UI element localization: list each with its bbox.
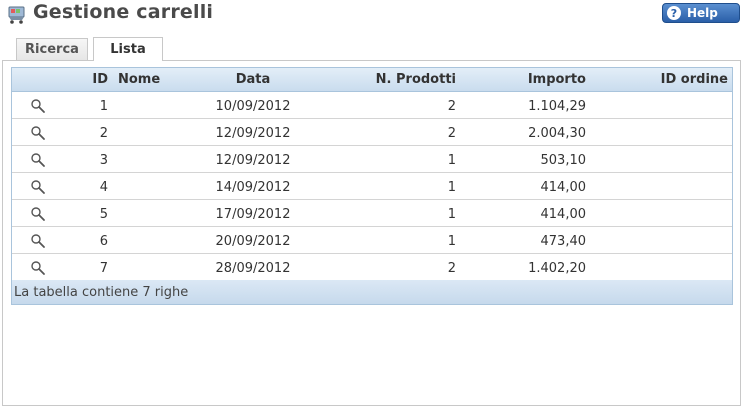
- row-id: 3: [99, 152, 108, 168]
- table-row[interactable]: 7 28/09/2012 2 1.402,20: [12, 254, 732, 281]
- row-id: 2: [99, 125, 108, 141]
- row-data: 17/09/2012: [215, 206, 291, 222]
- page-title: Gestione carrelli: [33, 1, 214, 23]
- help-label: Help: [687, 6, 718, 20]
- row-data: 20/09/2012: [215, 233, 291, 249]
- magnifier-icon[interactable]: [12, 200, 64, 226]
- row-importo: 1.402,20: [528, 260, 586, 276]
- row-n-prodotti: 1: [447, 206, 456, 222]
- table-header: ID Nome Data N. Prodotti Importo ID ordi…: [12, 68, 732, 92]
- row-n-prodotti: 2: [447, 260, 456, 276]
- column-header-importo[interactable]: Importo: [472, 68, 586, 91]
- row-n-prodotti: 1: [447, 179, 456, 195]
- table-row[interactable]: 1 10/09/2012 2 1.104,29: [12, 92, 732, 119]
- row-id-ordine: [602, 119, 728, 145]
- row-importo: 503,10: [540, 152, 587, 168]
- row-id-ordine: [602, 200, 728, 226]
- header: Gestione carrelli ? Help: [0, 0, 744, 30]
- row-importo: 2.004,30: [528, 125, 586, 141]
- row-data: 28/09/2012: [215, 260, 291, 276]
- row-n-prodotti: 1: [447, 152, 456, 168]
- column-header-id[interactable]: ID: [64, 68, 108, 91]
- row-importo: 1.104,29: [528, 98, 586, 114]
- shopping-cart-icon: [8, 6, 25, 24]
- row-importo: 414,00: [540, 179, 587, 195]
- row-n-prodotti: 2: [447, 125, 456, 141]
- magnifier-icon[interactable]: [12, 92, 64, 118]
- table-row[interactable]: 4 14/09/2012 1 414,00: [12, 173, 732, 200]
- table-row[interactable]: 3 12/09/2012 1 503,10: [12, 146, 732, 173]
- row-id-ordine: [602, 146, 728, 172]
- row-importo: 414,00: [540, 206, 587, 222]
- help-button[interactable]: ? Help: [662, 3, 740, 23]
- question-icon: ?: [667, 6, 681, 20]
- table-row[interactable]: 6 20/09/2012 1 473,40: [12, 227, 732, 254]
- row-id-ordine: [602, 92, 728, 118]
- table-footer: La tabella contiene 7 righe: [12, 280, 732, 304]
- magnifier-icon[interactable]: [12, 227, 64, 253]
- row-id: 1: [99, 98, 108, 114]
- tab-panel: ID Nome Data N. Prodotti Importo ID ordi…: [2, 60, 741, 406]
- row-data: 10/09/2012: [215, 98, 291, 114]
- table-row[interactable]: 2 12/09/2012 2 2.004,30: [12, 119, 732, 146]
- row-data: 12/09/2012: [215, 152, 291, 168]
- magnifier-icon[interactable]: [12, 173, 64, 199]
- tab-ricerca[interactable]: Ricerca: [16, 38, 88, 60]
- row-id-ordine: [602, 254, 728, 280]
- row-n-prodotti: 1: [447, 233, 456, 249]
- magnifier-icon[interactable]: [12, 119, 64, 145]
- magnifier-icon[interactable]: [12, 146, 64, 172]
- table-row[interactable]: 5 17/09/2012 1 414,00: [12, 200, 732, 227]
- column-header-n-prodotti[interactable]: N. Prodotti: [332, 68, 456, 91]
- row-id-ordine: [602, 173, 728, 199]
- row-id: 6: [99, 233, 108, 249]
- row-id: 7: [99, 260, 108, 276]
- column-header-icon: [12, 68, 64, 91]
- row-id: 4: [99, 179, 108, 195]
- row-id-ordine: [602, 227, 728, 253]
- carts-table: ID Nome Data N. Prodotti Importo ID ordi…: [11, 67, 733, 305]
- row-n-prodotti: 2: [447, 98, 456, 114]
- tab-lista[interactable]: Lista: [93, 37, 163, 61]
- magnifier-icon[interactable]: [12, 254, 64, 280]
- row-data: 12/09/2012: [215, 125, 291, 141]
- column-header-data[interactable]: Data: [198, 68, 308, 91]
- row-importo: 473,40: [540, 233, 587, 249]
- column-header-id-ordine[interactable]: ID ordine: [602, 68, 728, 91]
- row-id: 5: [99, 206, 108, 222]
- row-data: 14/09/2012: [215, 179, 291, 195]
